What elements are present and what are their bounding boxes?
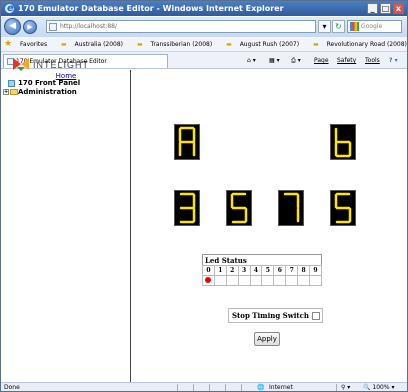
led-cell <box>261 275 275 286</box>
page-menu[interactable]: Page <box>314 52 329 69</box>
globe-icon: 🌐 <box>257 384 265 391</box>
led-header: 4 <box>249 265 263 276</box>
favorite-item[interactable]: ▬ August Rush (2007) <box>226 37 305 52</box>
led-cell <box>213 275 227 286</box>
maximize-button[interactable]: □ <box>380 3 391 14</box>
safety-menu[interactable]: Safety <box>337 52 356 69</box>
refresh-icon[interactable]: ↻ <box>332 20 345 33</box>
tools-menu[interactable]: Tools <box>365 52 380 69</box>
display-digit-top-1 <box>330 124 356 160</box>
display-digit-top-0 <box>174 124 200 160</box>
rss-icon: ▬ <box>61 41 67 48</box>
search-input[interactable]: Google <box>347 20 402 33</box>
led-cell <box>202 275 215 286</box>
stop-timing-switch: Stop Timing Switch <box>228 308 323 323</box>
protected-mode-icon[interactable]: ⚲ ▾ <box>341 383 350 391</box>
led-header: 6 <box>273 265 287 276</box>
search-placeholder: Google <box>361 23 383 30</box>
led-header: 7 <box>285 265 299 276</box>
led-cell <box>237 275 251 286</box>
tree-item-administration[interactable]: + Administration <box>3 88 77 96</box>
favorite-item[interactable]: ▬ Revolutionary Road (2008) <box>313 37 407 52</box>
address-toolbar: ◀ ▶ http://localhost:88/ ▾ ↻ Google <box>1 17 407 37</box>
led-header: 8 <box>297 265 311 276</box>
zoom-control[interactable]: 🔍 100% ▾ <box>363 383 394 391</box>
led-cell <box>309 275 322 286</box>
print-icon[interactable]: ⎙ ▾ <box>291 52 301 69</box>
status-text: Done <box>4 384 20 391</box>
display-digit-bottom-0 <box>174 190 200 226</box>
google-icon <box>350 22 359 31</box>
front-panel: Led Status 0123456789 Stop Timing Switch… <box>132 70 407 382</box>
intelight-logo: INTELIGHT <box>11 56 101 72</box>
close-button[interactable]: x <box>393 3 404 14</box>
left-pane: INTELIGHT Home 170 Front Panel + Adminis… <box>1 58 131 382</box>
led-header: 0 <box>202 265 215 276</box>
star-icon: ★ <box>4 39 13 49</box>
expand-icon[interactable]: + <box>3 89 9 95</box>
rss-icon: ▬ <box>313 41 319 48</box>
favorite-item[interactable]: ▬ Transsiberian (2008) <box>137 37 218 52</box>
led-cell <box>273 275 287 286</box>
logo-text: INTELIGHT <box>33 60 89 70</box>
tree-item-front-panel[interactable]: 170 Front Panel <box>8 79 80 87</box>
led-header: 3 <box>237 265 251 276</box>
address-url: http://localhost:88/ <box>60 23 117 30</box>
address-dropdown-icon[interactable]: ▾ <box>318 20 331 33</box>
display-digit-bottom-2 <box>278 190 304 226</box>
led-cell <box>297 275 311 286</box>
led-header: 9 <box>309 265 322 276</box>
favorite-item[interactable]: ▬ Australia (2008) <box>61 37 129 52</box>
page-content: INTELIGHT Home 170 Front Panel + Adminis… <box>1 58 407 382</box>
back-button[interactable]: ◀ <box>4 18 21 35</box>
led-cell <box>285 275 299 286</box>
led-on-indicator <box>205 276 212 283</box>
favorites-button[interactable]: ★ Favorites <box>4 37 53 52</box>
home-icon[interactable]: ⌂ ▾ <box>247 52 256 69</box>
stop-timing-checkbox[interactable] <box>311 312 320 320</box>
forward-button[interactable]: ▶ <box>23 20 37 34</box>
feeds-icon[interactable]: ▦ ▾ <box>269 52 280 69</box>
led-status-table: Led Status 0123456789 <box>202 254 322 286</box>
browser-window: 170 Emulator Database Editor - Windows I… <box>0 0 408 392</box>
led-cell <box>249 275 263 286</box>
folder-icon <box>10 89 18 95</box>
apply-button[interactable]: Apply <box>254 332 280 346</box>
rss-icon: ▬ <box>226 41 232 48</box>
led-header: 1 <box>213 265 227 276</box>
ie-logo-icon <box>4 1 15 16</box>
panel-icon <box>8 80 15 87</box>
rss-icon: ▬ <box>136 41 143 48</box>
page-icon <box>49 23 57 31</box>
display-digit-bottom-1 <box>226 190 252 226</box>
display-digit-bottom-3 <box>330 190 356 226</box>
led-status-title: Led Status <box>205 255 247 265</box>
led-cell <box>225 275 239 286</box>
favorites-bar: ★ Favorites ▬ Australia (2008) ▬ Transsi… <box>1 37 407 52</box>
led-header: 5 <box>261 265 275 276</box>
minimize-button[interactable]: _ <box>367 3 378 14</box>
status-bar: Done 🌐 Internet ⚲ ▾ 🔍 100% ▾ <box>1 382 407 391</box>
title-bar: 170 Emulator Database Editor - Windows I… <box>1 1 407 16</box>
address-bar[interactable]: http://localhost:88/ <box>46 20 316 33</box>
help-icon[interactable]: ? ▾ <box>389 52 398 69</box>
window-title: 170 Emulator Database Editor - Windows I… <box>18 4 284 13</box>
led-header: 2 <box>225 265 239 276</box>
zone-text: Internet <box>269 384 293 391</box>
